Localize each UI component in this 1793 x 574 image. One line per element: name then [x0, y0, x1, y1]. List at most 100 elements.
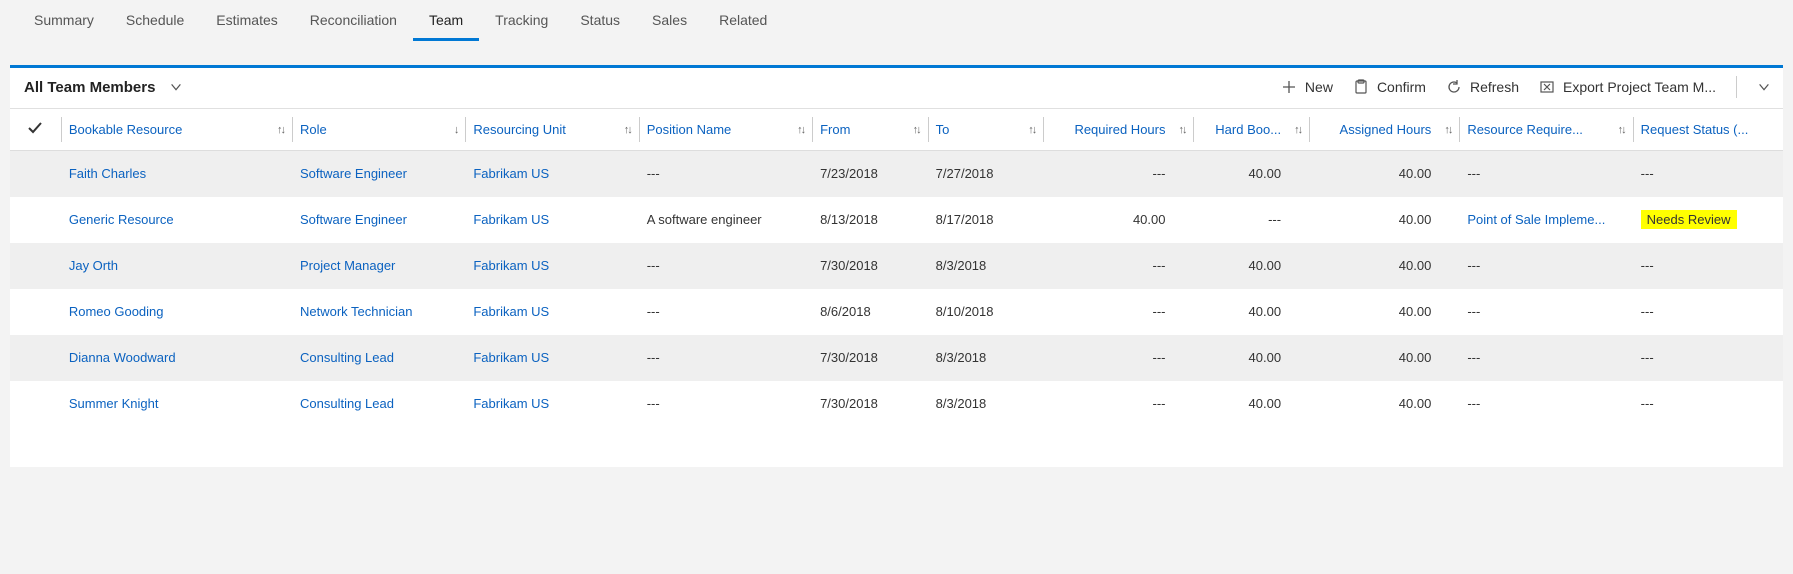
cell-resourcing-unit[interactable]: Fabrikam US: [465, 335, 638, 381]
tab-status[interactable]: Status: [564, 0, 636, 41]
cell-bookable-resource[interactable]: Faith Charles: [61, 151, 292, 197]
refresh-icon: [1446, 79, 1462, 95]
entity-tabs: SummaryScheduleEstimatesReconciliationTe…: [0, 0, 1793, 41]
cell-required-hours: ---: [1043, 243, 1193, 289]
cell-from: 7/30/2018: [812, 335, 928, 381]
cell-assigned-hours: 40.00: [1309, 381, 1459, 427]
cell-resource-requirement: ---: [1459, 151, 1632, 197]
tab-schedule[interactable]: Schedule: [110, 0, 200, 41]
col-to[interactable]: To↑↓: [928, 109, 1044, 151]
cell-resource-requirement: ---: [1459, 243, 1632, 289]
col-from[interactable]: From↑↓: [812, 109, 928, 151]
cell-bookable-resource[interactable]: Generic Resource: [61, 197, 292, 243]
cell-resourcing-unit[interactable]: Fabrikam US: [465, 197, 638, 243]
col-role[interactable]: Role↓: [292, 109, 465, 151]
tab-reconciliation[interactable]: Reconciliation: [294, 0, 413, 41]
cell-request-status: ---: [1633, 243, 1783, 289]
sort-icon: ↑↓: [797, 124, 804, 136]
new-button[interactable]: New: [1281, 79, 1333, 95]
cell-bookable-resource[interactable]: Summer Knight: [61, 381, 292, 427]
cell-to: 8/10/2018: [928, 289, 1044, 335]
export-button[interactable]: Export Project Team M...: [1539, 79, 1716, 95]
chevron-down-icon: [169, 80, 183, 94]
tab-team[interactable]: Team: [413, 0, 479, 41]
tab-tracking[interactable]: Tracking: [479, 0, 564, 41]
cell-resource-requirement: ---: [1459, 335, 1632, 381]
sort-icon: ↑↓: [1618, 124, 1625, 136]
tab-related[interactable]: Related: [703, 0, 783, 41]
cell-role[interactable]: Software Engineer: [292, 151, 465, 197]
cell-resourcing-unit[interactable]: Fabrikam US: [465, 289, 638, 335]
cell-role[interactable]: Project Manager: [292, 243, 465, 289]
cell-hard-booked: 40.00: [1193, 151, 1309, 197]
cell-bookable-resource[interactable]: Romeo Gooding: [61, 289, 292, 335]
col-assigned-hours[interactable]: Assigned Hours↑↓: [1309, 109, 1459, 151]
plus-icon: [1281, 79, 1297, 95]
cell-from: 7/30/2018: [812, 243, 928, 289]
cell-to: 8/17/2018: [928, 197, 1044, 243]
tab-sales[interactable]: Sales: [636, 0, 703, 41]
sort-icon: ↑↓: [1028, 124, 1035, 136]
table-row[interactable]: Romeo GoodingNetwork TechnicianFabrikam …: [10, 289, 1783, 335]
export-label: Export Project Team M...: [1563, 79, 1716, 95]
select-all-header[interactable]: [10, 109, 61, 151]
clipboard-icon: [1353, 79, 1369, 95]
cell-resourcing-unit[interactable]: Fabrikam US: [465, 381, 638, 427]
table-row[interactable]: Generic ResourceSoftware EngineerFabrika…: [10, 197, 1783, 243]
cell-position-name: ---: [639, 289, 812, 335]
view-title-label: All Team Members: [24, 79, 155, 96]
col-position-name[interactable]: Position Name↑↓: [639, 109, 812, 151]
cell-bookable-resource[interactable]: Dianna Woodward: [61, 335, 292, 381]
table-row[interactable]: Faith CharlesSoftware EngineerFabrikam U…: [10, 151, 1783, 197]
row-selector[interactable]: [10, 381, 61, 427]
team-members-grid: Bookable Resource↑↓ Role↓ Resourcing Uni…: [10, 109, 1783, 427]
confirm-label: Confirm: [1377, 79, 1426, 95]
row-selector[interactable]: [10, 151, 61, 197]
cell-role[interactable]: Network Technician: [292, 289, 465, 335]
cell-required-hours: ---: [1043, 335, 1193, 381]
cell-to: 8/3/2018: [928, 335, 1044, 381]
sort-icon: ↓: [454, 124, 458, 136]
col-resourcing-unit[interactable]: Resourcing Unit↑↓: [465, 109, 638, 151]
confirm-button[interactable]: Confirm: [1353, 79, 1426, 95]
cell-role[interactable]: Consulting Lead: [292, 381, 465, 427]
cell-assigned-hours: 40.00: [1309, 151, 1459, 197]
cell-position-name: ---: [639, 381, 812, 427]
sort-icon: ↑↓: [1294, 124, 1301, 136]
table-row[interactable]: Summer KnightConsulting LeadFabrikam US-…: [10, 381, 1783, 427]
row-selector[interactable]: [10, 289, 61, 335]
cell-hard-booked: 40.00: [1193, 243, 1309, 289]
cell-role[interactable]: Consulting Lead: [292, 335, 465, 381]
cell-bookable-resource[interactable]: Jay Orth: [61, 243, 292, 289]
cell-from: 7/30/2018: [812, 381, 928, 427]
cell-request-status: Needs Review: [1633, 197, 1783, 243]
tab-summary[interactable]: Summary: [18, 0, 110, 41]
cell-resourcing-unit[interactable]: Fabrikam US: [465, 243, 638, 289]
table-row[interactable]: Dianna WoodwardConsulting LeadFabrikam U…: [10, 335, 1783, 381]
cell-resource-requirement[interactable]: Point of Sale Impleme...: [1459, 197, 1632, 243]
row-selector[interactable]: [10, 197, 61, 243]
col-hard-booked[interactable]: Hard Boo...↑↓: [1193, 109, 1309, 151]
cell-hard-booked: 40.00: [1193, 381, 1309, 427]
cell-position-name: A software engineer: [639, 197, 812, 243]
cell-from: 8/13/2018: [812, 197, 928, 243]
row-selector[interactable]: [10, 243, 61, 289]
cell-to: 8/3/2018: [928, 243, 1044, 289]
col-request-status[interactable]: Request Status (...: [1633, 109, 1783, 151]
refresh-button[interactable]: Refresh: [1446, 79, 1519, 95]
cell-role[interactable]: Software Engineer: [292, 197, 465, 243]
col-bookable-resource[interactable]: Bookable Resource↑↓: [61, 109, 292, 151]
col-required-hours[interactable]: Required Hours↑↓: [1043, 109, 1193, 151]
more-commands-chevron-icon[interactable]: [1757, 80, 1771, 94]
tab-estimates[interactable]: Estimates: [200, 0, 293, 41]
table-row[interactable]: Jay OrthProject ManagerFabrikam US --- 7/3…: [10, 243, 1783, 289]
col-resource-requirement[interactable]: Resource Require...↑↓: [1459, 109, 1632, 151]
cell-resource-requirement: ---: [1459, 381, 1632, 427]
row-selector[interactable]: [10, 335, 61, 381]
view-selector[interactable]: All Team Members: [24, 79, 183, 96]
command-divider: [1736, 76, 1737, 98]
cell-resourcing-unit[interactable]: Fabrikam US: [465, 151, 638, 197]
cell-to: 7/27/2018: [928, 151, 1044, 197]
sort-icon: ↑↓: [624, 124, 631, 136]
cell-from: 8/6/2018: [812, 289, 928, 335]
